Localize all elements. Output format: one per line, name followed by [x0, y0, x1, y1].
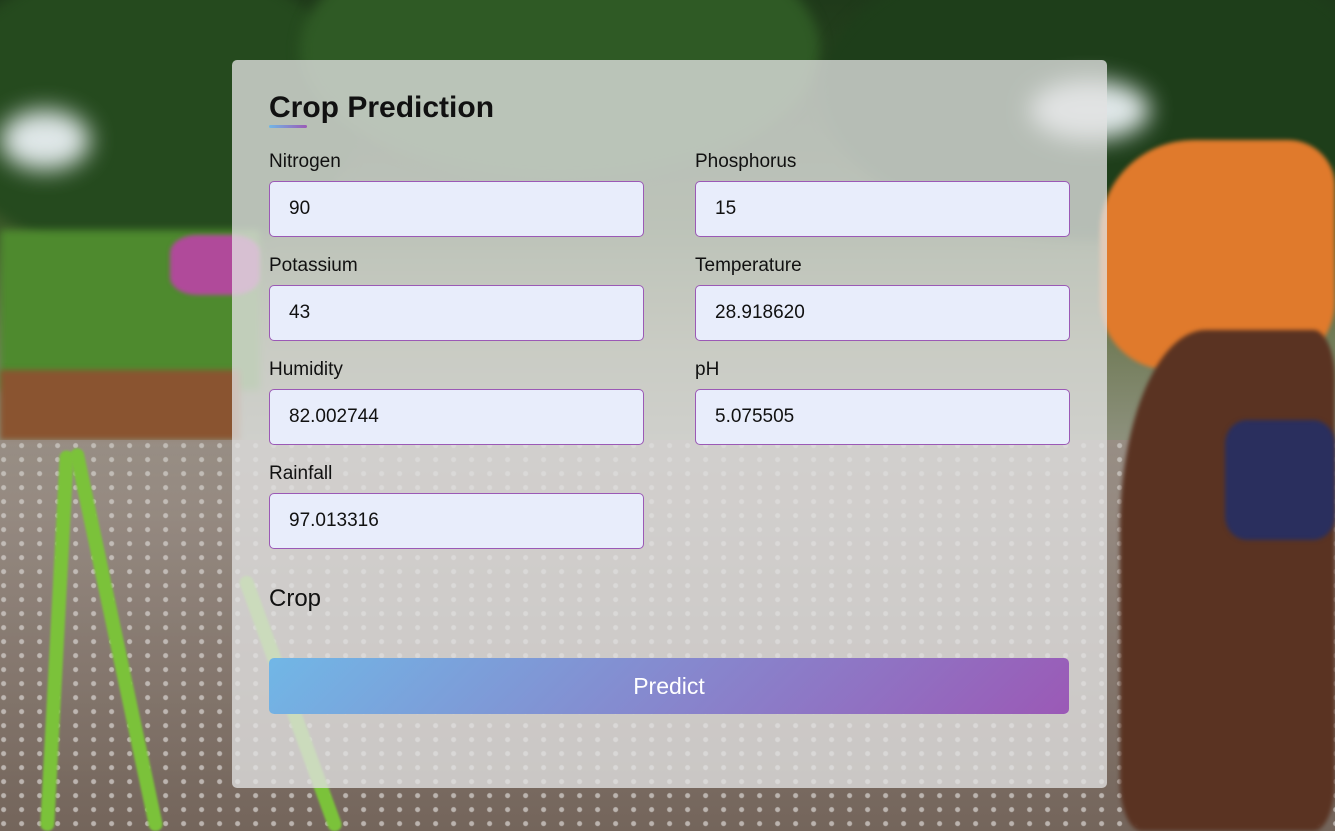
- ph-input[interactable]: [695, 389, 1070, 445]
- phosphorus-field: Phosphorus: [695, 152, 1070, 256]
- nitrogen-field: Nitrogen: [269, 152, 644, 256]
- crop-prediction-card: Crop Prediction Nitrogen Phosphorus Pota…: [232, 60, 1107, 788]
- rainfall-input[interactable]: [269, 493, 644, 549]
- input-grid: Nitrogen Phosphorus Potassium Temperatur…: [269, 152, 1070, 568]
- crop-result-label: Crop: [269, 585, 322, 612]
- temperature-field: Temperature: [695, 256, 1070, 360]
- nitrogen-label: Nitrogen: [269, 151, 341, 172]
- rainfall-label: Rainfall: [269, 463, 333, 484]
- phosphorus-label: Phosphorus: [695, 151, 797, 172]
- predict-button[interactable]: Predict: [269, 658, 1069, 714]
- nitrogen-input[interactable]: [269, 181, 644, 237]
- ph-label: pH: [695, 359, 720, 380]
- ph-field: pH: [695, 360, 1070, 464]
- humidity-field: Humidity: [269, 360, 644, 464]
- temperature-input[interactable]: [695, 285, 1070, 341]
- potassium-input[interactable]: [269, 285, 644, 341]
- temperature-label: Temperature: [695, 255, 802, 276]
- page-title: Crop Prediction: [269, 90, 1070, 132]
- phosphorus-input[interactable]: [695, 181, 1070, 237]
- humidity-input[interactable]: [269, 389, 644, 445]
- humidity-label: Humidity: [269, 359, 343, 380]
- rainfall-field: Rainfall: [269, 464, 644, 568]
- potassium-label: Potassium: [269, 255, 358, 276]
- potassium-field: Potassium: [269, 256, 644, 360]
